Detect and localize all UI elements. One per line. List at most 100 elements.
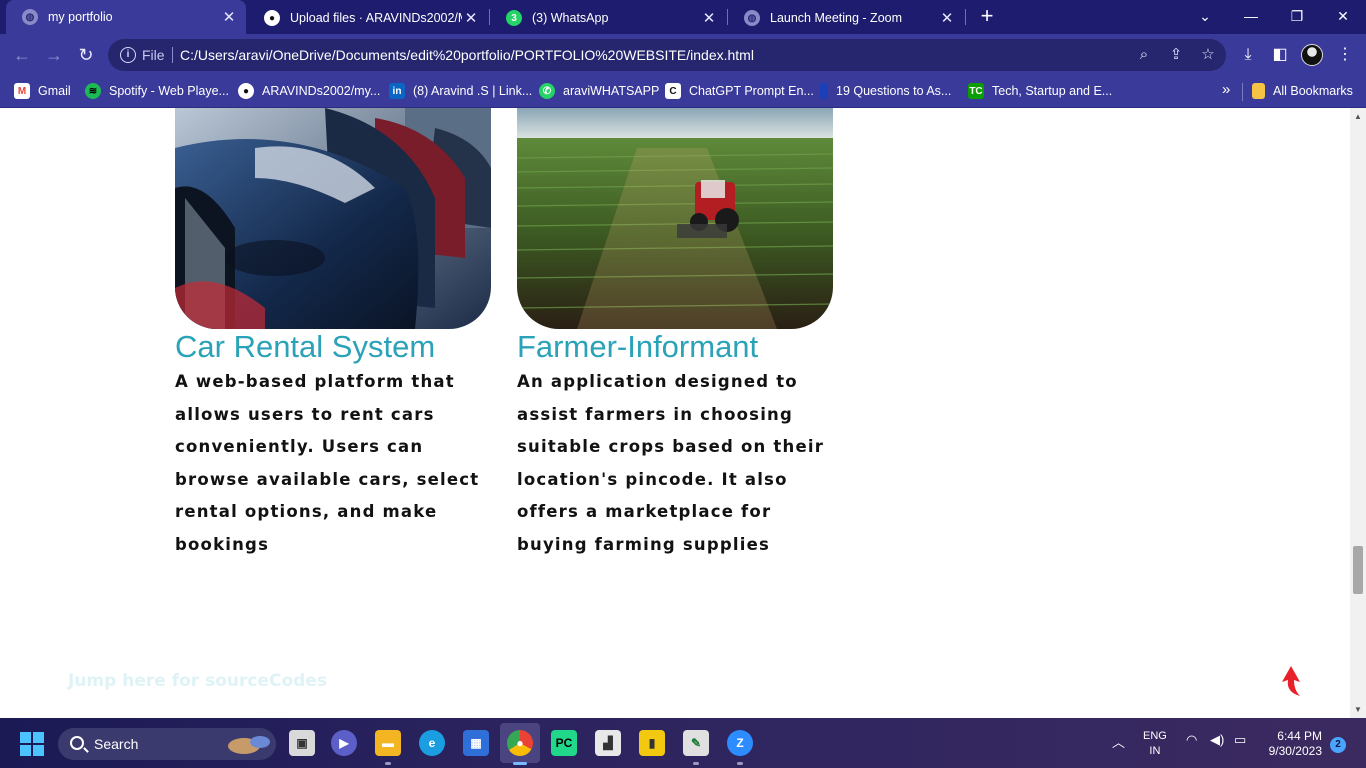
bookmark-questions[interactable]: 19 Questions to As... bbox=[820, 83, 951, 99]
running-indicator bbox=[737, 762, 743, 765]
scroll-up-arrow-icon[interactable]: ▲ bbox=[1353, 112, 1363, 122]
close-icon[interactable]: ✕ bbox=[462, 9, 480, 27]
tab-my-portfolio[interactable]: ◍ my portfolio ✕ bbox=[6, 0, 246, 34]
bookmark-label: Spotify - Web Playe... bbox=[109, 84, 229, 98]
editor-app-icon[interactable]: ✎ bbox=[683, 730, 709, 756]
language-indicator[interactable]: ENG IN bbox=[1143, 729, 1167, 759]
bookmark-label: Gmail bbox=[38, 84, 71, 98]
scrollbar[interactable]: ▲ ▼ bbox=[1350, 108, 1366, 718]
github-icon: ● bbox=[264, 10, 280, 26]
star-icon[interactable]: ☆ bbox=[1198, 45, 1218, 65]
forward-button[interactable]: → bbox=[42, 43, 66, 67]
tab-strip: ◍ my portfolio ✕ ● Upload files · ARAVIN… bbox=[0, 0, 1366, 34]
bookmark-linkedin[interactable]: in (8) Aravind .S | Link... bbox=[389, 83, 532, 99]
bookmark-icon bbox=[820, 83, 828, 99]
running-indicator bbox=[513, 762, 527, 765]
close-icon[interactable]: ✕ bbox=[220, 8, 238, 26]
site-info-icon[interactable]: i bbox=[120, 47, 136, 63]
tractor-field-photo bbox=[517, 108, 833, 329]
tab-zoom[interactable]: ◍ Launch Meeting - Zoom ✕ bbox=[728, 2, 964, 34]
show-hidden-icons-chevron-icon[interactable]: ︿ bbox=[1112, 732, 1125, 751]
wifi-icon[interactable]: ◠ bbox=[1186, 732, 1197, 748]
side-panel-icon[interactable]: ◧ bbox=[1269, 44, 1291, 66]
tab-title: my portfolio bbox=[48, 10, 113, 24]
search-highlight-art bbox=[228, 736, 270, 754]
tab-search-chevron-icon[interactable]: ⌄ bbox=[1190, 4, 1220, 28]
microsoft-store-icon[interactable]: ▦ bbox=[463, 730, 489, 756]
bookmark-label: Tech, Startup and E... bbox=[992, 84, 1113, 98]
page-viewport: Car Rental System A web-based platform t… bbox=[0, 108, 1350, 718]
new-tab-button[interactable]: + bbox=[975, 4, 999, 28]
bookmark-whatsapp[interactable]: ✆ araviWHATSAPP bbox=[539, 83, 659, 99]
windows-taskbar: Search ▣ ▶ ▬ e ▦ ● PC ▟ ▮ ✎ Z ︿ ENG IN ◠… bbox=[0, 718, 1366, 768]
gmail-icon: M bbox=[14, 83, 30, 99]
whatsapp-icon: ✆ bbox=[539, 83, 555, 99]
close-icon[interactable]: ✕ bbox=[700, 9, 718, 27]
paint-brush-icon[interactable]: ▟ bbox=[595, 730, 621, 756]
running-indicator bbox=[693, 762, 699, 765]
menu-kebab-icon[interactable]: ⋮ bbox=[1334, 44, 1356, 66]
bookmark-label: 19 Questions to As... bbox=[836, 84, 952, 98]
cars-photo bbox=[175, 108, 491, 329]
whatsapp-icon: 3 bbox=[506, 10, 522, 26]
bookmark-spotify[interactable]: ≋ Spotify - Web Playe... bbox=[85, 83, 229, 99]
clock[interactable]: 6:44 PM 9/30/2023 bbox=[1269, 729, 1322, 759]
zoom-app-icon[interactable]: Z bbox=[727, 730, 753, 756]
bookmarks-overflow-button[interactable]: » bbox=[1222, 81, 1230, 98]
clock-time: 6:44 PM bbox=[1277, 729, 1322, 743]
bookmarks-bar: M Gmail ≋ Spotify - Web Playe... ● ARAVI… bbox=[0, 76, 1366, 108]
profile-avatar[interactable] bbox=[1301, 44, 1323, 66]
power-bi-icon[interactable]: ▮ bbox=[639, 730, 665, 756]
pycharm-icon[interactable]: PC bbox=[551, 730, 577, 756]
project-title: Car Rental System bbox=[175, 329, 436, 364]
teams-chat-icon[interactable]: ▶ bbox=[331, 730, 357, 756]
minimize-button[interactable]: — bbox=[1236, 4, 1266, 28]
spotify-icon: ≋ bbox=[85, 83, 101, 99]
all-bookmarks-button[interactable]: All Bookmarks bbox=[1252, 83, 1353, 99]
battery-icon[interactable]: ▭ bbox=[1234, 732, 1246, 748]
bookmark-github[interactable]: ● ARAVINDs2002/my... bbox=[238, 83, 380, 99]
language-label: ENG bbox=[1143, 730, 1167, 742]
search-placeholder: Search bbox=[94, 736, 139, 752]
browser-toolbar: ← → ↻ i File C:/Users/aravi/OneDrive/Doc… bbox=[0, 34, 1366, 76]
back-button[interactable]: ← bbox=[10, 43, 34, 67]
globe-icon: ◍ bbox=[744, 10, 760, 26]
url-text[interactable]: C:/Users/aravi/OneDrive/Documents/edit%2… bbox=[180, 47, 754, 63]
close-icon[interactable]: ✕ bbox=[938, 9, 956, 27]
volume-icon[interactable]: ◀) bbox=[1210, 732, 1224, 748]
bookmark-label: ARAVINDs2002/my... bbox=[262, 84, 381, 98]
window-close-button[interactable]: ✕ bbox=[1328, 4, 1358, 28]
divider bbox=[1242, 83, 1243, 101]
search-icon bbox=[70, 736, 84, 750]
task-view-icon[interactable]: ▣ bbox=[289, 730, 315, 756]
notification-badge[interactable]: 2 bbox=[1330, 737, 1346, 753]
folder-icon bbox=[1252, 83, 1265, 99]
scroll-down-arrow-icon[interactable]: ▼ bbox=[1353, 705, 1363, 715]
clock-date: 9/30/2023 bbox=[1268, 744, 1322, 758]
bookmark-label: All Bookmarks bbox=[1273, 84, 1353, 98]
chrome-icon[interactable]: ● bbox=[507, 730, 533, 756]
bookmark-label: ChatGPT Prompt En... bbox=[689, 84, 814, 98]
tab-whatsapp[interactable]: 3 (3) WhatsApp ✕ bbox=[490, 2, 726, 34]
zoom-icon[interactable]: ⌕ bbox=[1134, 45, 1154, 65]
edge-icon[interactable]: e bbox=[419, 730, 445, 756]
source-codes-link[interactable]: Jump here for sourceCodes bbox=[68, 671, 327, 691]
file-explorer-icon[interactable]: ▬ bbox=[375, 730, 401, 756]
taskbar-search[interactable]: Search bbox=[58, 728, 276, 760]
windows-start-icon[interactable] bbox=[20, 732, 44, 756]
bookmark-chatgpt[interactable]: C ChatGPT Prompt En... bbox=[665, 83, 814, 99]
address-bar[interactable]: i File C:/Users/aravi/OneDrive/Documents… bbox=[108, 39, 1226, 71]
tab-title: Upload files · ARAVINDs2002/M… bbox=[290, 11, 462, 25]
project-description: An application designed to assist farmer… bbox=[517, 372, 825, 554]
up-arrow-icon[interactable] bbox=[1280, 666, 1302, 696]
scrollbar-thumb[interactable] bbox=[1353, 546, 1363, 594]
tab-upload-files[interactable]: ● Upload files · ARAVINDs2002/M… ✕ bbox=[248, 2, 488, 34]
github-icon: ● bbox=[238, 83, 254, 99]
bookmark-techcrunch[interactable]: TC Tech, Startup and E... bbox=[968, 83, 1112, 99]
share-icon[interactable]: ⇪ bbox=[1166, 45, 1186, 65]
bookmark-gmail[interactable]: M Gmail bbox=[14, 83, 71, 99]
download-icon[interactable]: ⤓ bbox=[1237, 44, 1259, 66]
tab-title: (3) WhatsApp bbox=[532, 11, 609, 25]
restore-button[interactable]: ❐ bbox=[1282, 4, 1312, 28]
reload-button[interactable]: ↻ bbox=[74, 43, 98, 67]
